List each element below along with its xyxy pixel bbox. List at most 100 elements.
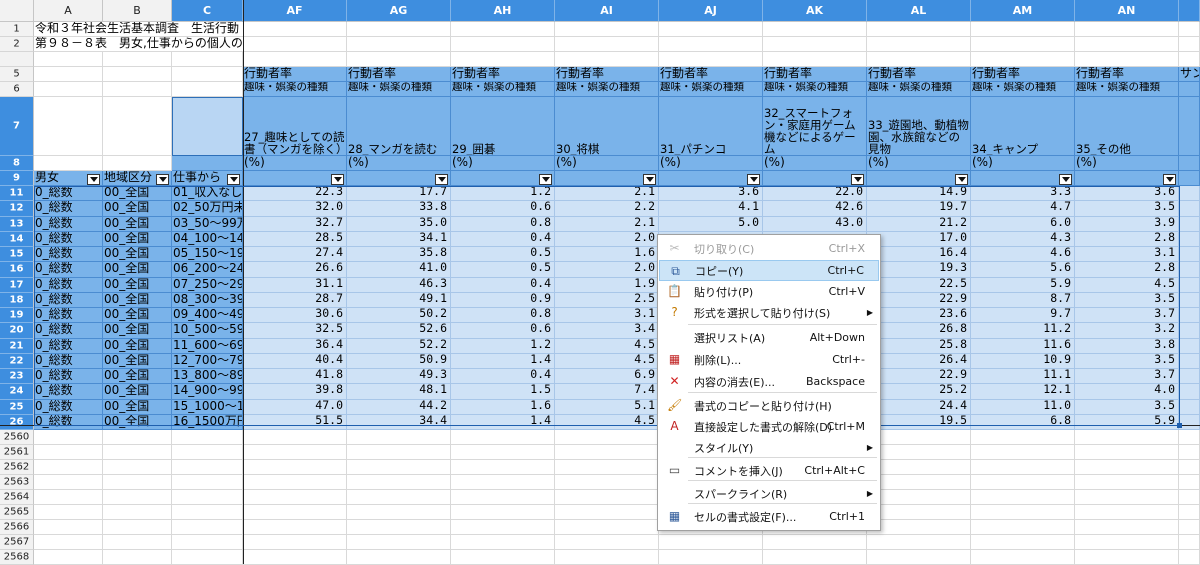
cell-value[interactable]: 47.0 bbox=[243, 399, 347, 415]
cell-value[interactable]: 6.8 bbox=[971, 414, 1075, 430]
cell-income[interactable]: 10_500～599 bbox=[172, 323, 243, 339]
cell-value[interactable]: 4.7 bbox=[971, 201, 1075, 217]
filter-dropdown-icon[interactable] bbox=[539, 174, 552, 185]
row-header[interactable]: 22 bbox=[0, 353, 34, 369]
cell-empty[interactable] bbox=[1179, 490, 1200, 505]
cell-income[interactable]: 14_900～999 bbox=[172, 384, 243, 400]
cell-value[interactable]: 22.3 bbox=[243, 186, 347, 202]
row-header[interactable]: 14 bbox=[0, 231, 34, 247]
cell-value[interactable]: 3.1 bbox=[555, 308, 659, 324]
cell-empty[interactable] bbox=[172, 430, 243, 445]
cell-region[interactable]: 00_全国 bbox=[103, 216, 172, 232]
filter-dropdown-icon[interactable] bbox=[643, 174, 656, 185]
spreadsheet-grid[interactable]: A B C AF AG AH AI AJ AK AL AM AN 1 2 5 6 7 8 9 令和３年社会生活基本調査… bbox=[0, 0, 1200, 565]
cell-empty[interactable] bbox=[971, 505, 1075, 520]
cell-empty[interactable] bbox=[243, 520, 347, 535]
cell-empty[interactable] bbox=[34, 475, 103, 490]
header-blank-cell[interactable] bbox=[1179, 82, 1200, 97]
cell-empty[interactable] bbox=[867, 22, 971, 37]
cell-empty[interactable] bbox=[659, 22, 763, 37]
cell-empty[interactable] bbox=[1179, 550, 1200, 565]
cell-value[interactable]: 49.3 bbox=[347, 369, 451, 385]
cell-value[interactable]: 11.0 bbox=[971, 399, 1075, 415]
cell-value[interactable]: 28.5 bbox=[243, 231, 347, 247]
cell-empty[interactable] bbox=[103, 490, 172, 505]
cell-value[interactable]: 39.8 bbox=[243, 384, 347, 400]
cell-empty[interactable] bbox=[555, 445, 659, 460]
cell-empty[interactable] bbox=[34, 430, 103, 445]
cell-value[interactable]: 4.5 bbox=[555, 414, 659, 430]
cell-region[interactable]: 00_全国 bbox=[103, 399, 172, 415]
cell-empty[interactable] bbox=[451, 550, 555, 565]
row-header[interactable]: 16 bbox=[0, 262, 34, 278]
cell-income[interactable]: 03_50～99万 bbox=[172, 216, 243, 232]
cell-value[interactable]: 33.8 bbox=[347, 201, 451, 217]
cell-value[interactable]: 2.5 bbox=[555, 292, 659, 308]
menu-item-clear-formatting[interactable]: A 直接設定した書式の解除(D) Ctrl+M bbox=[659, 416, 879, 437]
row-header[interactable]: 2563 bbox=[0, 475, 34, 490]
cell-empty[interactable] bbox=[451, 460, 555, 475]
autofilter-header[interactable] bbox=[243, 171, 347, 186]
cell-sex[interactable]: 0_総数 bbox=[34, 292, 103, 308]
cell-empty[interactable] bbox=[243, 550, 347, 565]
autofilter-header[interactable] bbox=[659, 171, 763, 186]
cell-value[interactable]: 5.6 bbox=[971, 262, 1075, 278]
cell-sex[interactable]: 0_総数 bbox=[34, 369, 103, 385]
header-activity-name[interactable]: 28_マンガを読む bbox=[347, 97, 451, 156]
header-unit[interactable]: (%) bbox=[763, 156, 867, 171]
cell-value[interactable]: 51.5 bbox=[243, 414, 347, 430]
cell-empty[interactable] bbox=[1075, 37, 1179, 52]
header-hobby-type[interactable]: 趣味・娯楽の種類 bbox=[971, 82, 1075, 97]
row-header-top[interactable]: 1 bbox=[0, 22, 34, 37]
fill-handle[interactable] bbox=[1177, 423, 1182, 428]
cell-value[interactable]: 26.6 bbox=[243, 262, 347, 278]
cell-empty[interactable] bbox=[1179, 430, 1200, 445]
header-behavior-rate[interactable]: 行動者率 bbox=[347, 67, 451, 82]
cell-empty[interactable] bbox=[1179, 22, 1200, 37]
cell-value[interactable]: 1.4 bbox=[451, 353, 555, 369]
header-activity-name[interactable]: 32_スマートフォン・家庭用ゲーム機などによるゲーム bbox=[763, 97, 867, 156]
cell-value[interactable]: 2.8 bbox=[1075, 231, 1179, 247]
cell-sex[interactable]: 0_総数 bbox=[34, 338, 103, 354]
cell-empty[interactable] bbox=[103, 520, 172, 535]
column-header-ag[interactable]: AG bbox=[347, 0, 451, 22]
cell-value[interactable]: 12.1 bbox=[971, 384, 1075, 400]
cell-value[interactable]: 2.0 bbox=[555, 231, 659, 247]
cell-empty[interactable] bbox=[763, 550, 867, 565]
cell-empty[interactable] bbox=[867, 505, 971, 520]
row-header-top[interactable] bbox=[0, 52, 34, 67]
cell-value[interactable]: 10.9 bbox=[971, 353, 1075, 369]
cell-empty[interactable] bbox=[451, 430, 555, 445]
cell-empty[interactable] bbox=[243, 445, 347, 460]
cell-value[interactable]: 26.4 bbox=[867, 353, 971, 369]
cell-empty[interactable] bbox=[555, 550, 659, 565]
header-blank-cell[interactable] bbox=[103, 97, 172, 156]
cell-value[interactable]: 1.6 bbox=[451, 399, 555, 415]
column-header-ak[interactable]: AK bbox=[763, 0, 867, 22]
header-behavior-rate[interactable]: 行動者率 bbox=[763, 67, 867, 82]
cell-empty[interactable] bbox=[867, 490, 971, 505]
cell-empty[interactable] bbox=[172, 52, 243, 67]
cell-value[interactable]: 4.5 bbox=[555, 353, 659, 369]
header-unit[interactable]: (%) bbox=[867, 156, 971, 171]
row-header[interactable]: 15 bbox=[0, 247, 34, 263]
cell-region[interactable]: 00_全国 bbox=[103, 247, 172, 263]
cell-income[interactable]: 06_200～249 bbox=[172, 262, 243, 278]
cell-value[interactable]: 27.4 bbox=[243, 247, 347, 263]
cell-empty[interactable] bbox=[1179, 414, 1200, 430]
column-header-a[interactable]: A bbox=[34, 0, 103, 22]
header-hobby-type[interactable]: 趣味・娯楽の種類 bbox=[1075, 82, 1179, 97]
cell-empty[interactable] bbox=[451, 490, 555, 505]
cell-value[interactable]: 34.4 bbox=[347, 414, 451, 430]
header-activity-name[interactable]: 30_将棋 bbox=[555, 97, 659, 156]
cell-income[interactable]: 11_600～699 bbox=[172, 338, 243, 354]
cell-empty[interactable] bbox=[34, 460, 103, 475]
column-header-al[interactable]: AL bbox=[867, 0, 971, 22]
cell-value[interactable]: 19.5 bbox=[867, 414, 971, 430]
cell-value[interactable]: 22.9 bbox=[867, 369, 971, 385]
cell-empty[interactable] bbox=[1075, 445, 1179, 460]
cell-value[interactable]: 50.2 bbox=[347, 308, 451, 324]
cell-sex[interactable]: 0_総数 bbox=[34, 414, 103, 430]
cell-value[interactable]: 5.1 bbox=[555, 399, 659, 415]
cell-empty[interactable] bbox=[243, 22, 347, 37]
